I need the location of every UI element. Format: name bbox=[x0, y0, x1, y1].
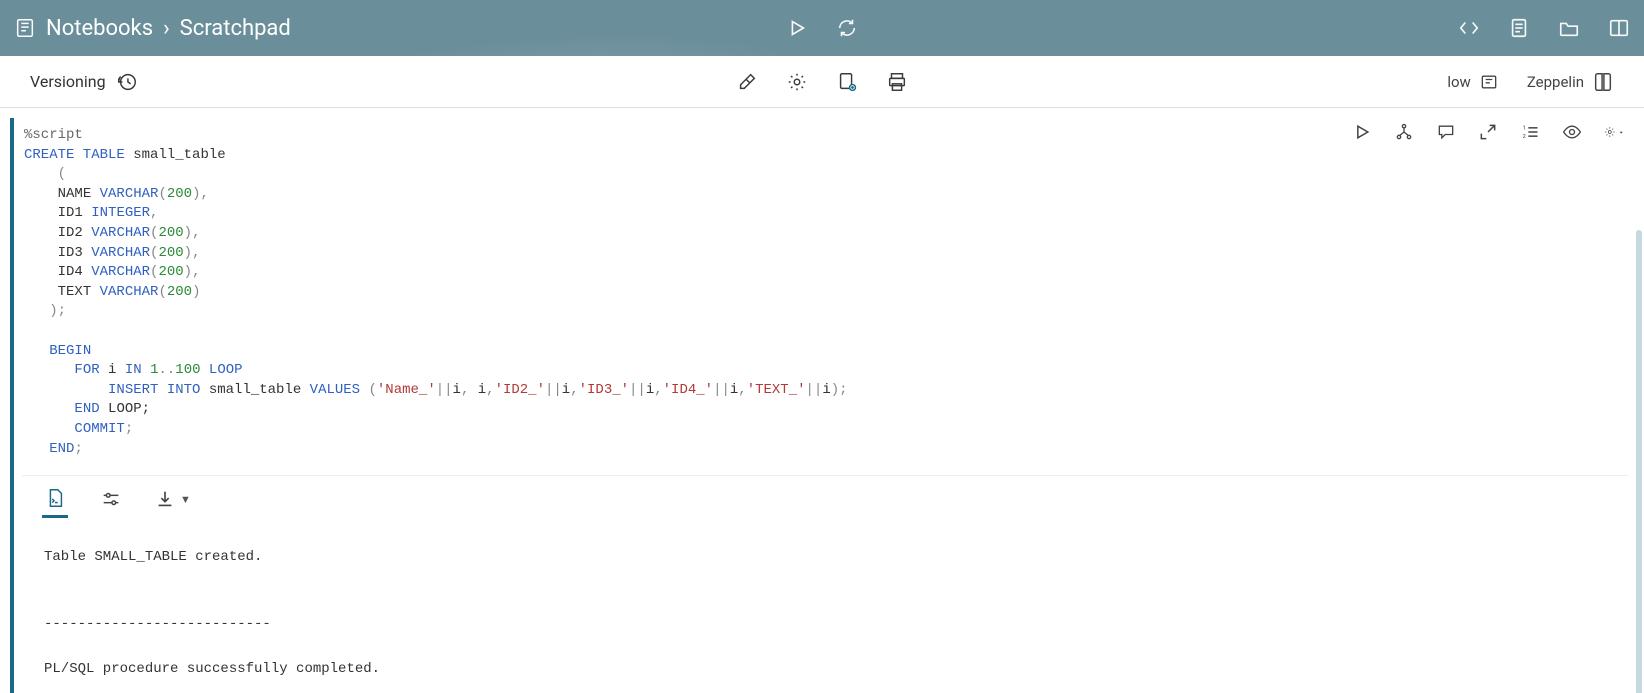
eraser-icon[interactable] bbox=[736, 71, 758, 93]
panel-layout-icon[interactable] bbox=[1608, 17, 1630, 39]
consumer-group-label: low bbox=[1447, 73, 1470, 91]
settings-gear-icon[interactable] bbox=[1604, 122, 1624, 142]
output-tab-script[interactable] bbox=[42, 486, 68, 518]
explain-plan-icon[interactable] bbox=[1394, 122, 1414, 142]
svg-text:2: 2 bbox=[1523, 134, 1527, 140]
scrollbar[interactable] bbox=[1636, 230, 1642, 693]
document-icon[interactable] bbox=[1508, 17, 1530, 39]
history-icon[interactable] bbox=[116, 71, 138, 93]
notebook-area: 12 %script CREATE TABLE small_table ( NA… bbox=[0, 108, 1644, 693]
breadcrumb: Notebooks › Scratchpad bbox=[46, 16, 291, 41]
code-editor[interactable]: %script CREATE TABLE small_table ( NAME … bbox=[22, 122, 1628, 469]
interpreter-label: Zeppelin bbox=[1527, 73, 1584, 91]
notebook-app-icon bbox=[14, 17, 36, 39]
line-numbers-icon[interactable]: 12 bbox=[1520, 122, 1540, 142]
run-all-icon[interactable] bbox=[786, 17, 808, 39]
paragraph-cell[interactable]: 12 %script CREATE TABLE small_table ( NA… bbox=[10, 118, 1638, 693]
versioning-label[interactable]: Versioning bbox=[30, 72, 106, 91]
print-icon[interactable] bbox=[886, 71, 908, 93]
page-title: Scratchpad bbox=[180, 16, 291, 41]
run-paragraph-icon[interactable] bbox=[1352, 122, 1372, 142]
breadcrumb-root[interactable]: Notebooks bbox=[46, 16, 153, 41]
magic-clear-icon[interactable] bbox=[786, 71, 808, 93]
refresh-icon[interactable] bbox=[836, 17, 858, 39]
svg-text:1: 1 bbox=[1523, 126, 1526, 132]
app-header: Notebooks › Scratchpad bbox=[0, 0, 1644, 56]
export-notebook-icon[interactable] bbox=[836, 71, 858, 93]
output-tabs: ▼ bbox=[22, 475, 1628, 518]
comment-icon[interactable] bbox=[1436, 122, 1456, 142]
consumer-group-selector[interactable]: low bbox=[1447, 72, 1498, 92]
visibility-icon[interactable] bbox=[1562, 122, 1582, 142]
output-tab-settings[interactable] bbox=[98, 486, 124, 518]
expand-icon[interactable] bbox=[1478, 122, 1498, 142]
notebook-toolbar: Versioning low Zeppelin bbox=[0, 56, 1644, 108]
code-icon[interactable] bbox=[1458, 17, 1480, 39]
output-text: Table SMALL_TABLE created. -------------… bbox=[22, 518, 1628, 693]
output-tab-download[interactable]: ▼ bbox=[154, 486, 191, 518]
breadcrumb-separator: › bbox=[163, 16, 170, 41]
folder-icon[interactable] bbox=[1558, 17, 1580, 39]
interpreter-selector[interactable]: Zeppelin bbox=[1527, 71, 1614, 93]
paragraph-toolbar: 12 bbox=[1352, 122, 1624, 142]
chevron-down-icon: ▼ bbox=[180, 493, 191, 506]
